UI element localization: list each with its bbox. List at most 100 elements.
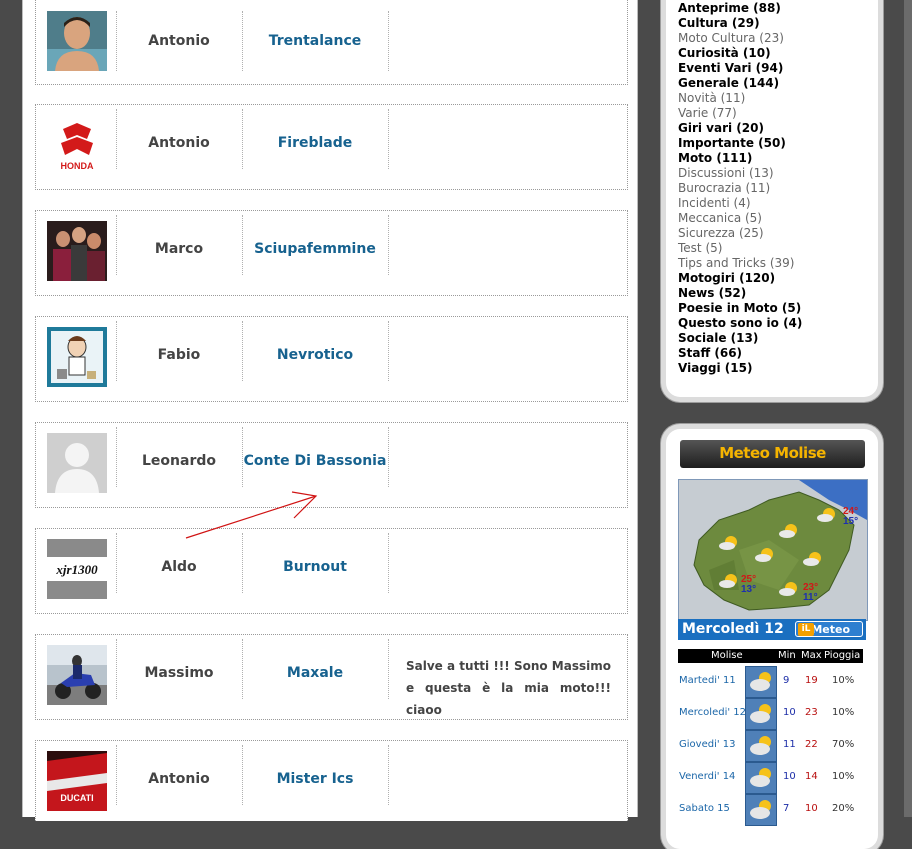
category-link[interactable]: Meccanica (5) — [678, 211, 762, 226]
category-link[interactable]: Staff (66) — [678, 346, 742, 361]
forecast-row: Giovedi' 13 11 22 70% — [678, 728, 868, 762]
member-nickname-link[interactable]: Maxale — [242, 665, 388, 681]
motorcycle-photo-icon[interactable] — [47, 645, 107, 705]
member-card: HONDA Antonio Fireblade — [35, 104, 628, 190]
ducati-photo-icon[interactable]: DUCATI — [47, 751, 107, 811]
forecast-rain: 10% — [832, 675, 855, 686]
category-link[interactable]: Curiosità (10) — [678, 46, 771, 61]
member-name: Fabio — [157, 347, 201, 363]
category-link[interactable]: Questo sono io (4) — [678, 316, 802, 331]
svg-text:xjr1300: xjr1300 — [55, 562, 98, 577]
weather-icon — [745, 730, 777, 762]
category-link[interactable]: Eventi Vari (94) — [678, 61, 783, 76]
forecast-row: Mercoledi' 12 10 23 10% — [678, 696, 868, 730]
category-link[interactable]: Poesie in Moto (5) — [678, 301, 801, 316]
member-nickname-link[interactable]: Burnout — [242, 559, 388, 575]
category-link[interactable]: Generale (144) — [678, 76, 779, 91]
member-name: Marco — [154, 241, 204, 257]
forecast-rain: 20% — [832, 803, 855, 814]
member-card: Fabio Nevrotico — [35, 316, 628, 402]
forecast-max: 19 — [805, 675, 818, 686]
category-link[interactable]: Moto (111) — [678, 151, 752, 166]
meteo-title: Meteo Molise — [680, 440, 865, 468]
category-link[interactable]: Burocrazia (11) — [678, 181, 770, 196]
forecast-row: Martedi' 11 9 19 10% — [678, 664, 868, 698]
svg-text:15°: 15° — [843, 516, 858, 527]
column-divider — [388, 109, 389, 169]
member-name: Leonardo — [142, 453, 216, 469]
forecast-max: 14 — [805, 771, 818, 782]
member-nickname-link[interactable]: Fireblade — [242, 135, 388, 151]
forecast-rain: 10% — [832, 771, 855, 782]
category-link[interactable]: Cultura (29) — [678, 16, 760, 31]
default-avatar-icon[interactable] — [47, 433, 107, 493]
member-name: Antonio — [148, 33, 210, 49]
forecast-day-link[interactable]: Venerdi' 14 — [679, 771, 735, 782]
forecast-rain: 70% — [832, 739, 855, 750]
category-link[interactable]: Tips and Tricks (39) — [678, 256, 794, 271]
member-nickname-link[interactable]: Sciupafemmine — [242, 241, 388, 257]
category-link[interactable]: Incidenti (4) — [678, 196, 751, 211]
column-divider — [388, 215, 389, 275]
category-link[interactable]: Novità (11) — [678, 91, 745, 106]
member-nickname-link[interactable]: Trentalance — [242, 33, 388, 49]
member-name: Antonio — [148, 771, 210, 787]
category-link[interactable]: Anteprime (88) — [678, 1, 781, 16]
header-region: Molise — [711, 650, 743, 661]
column-divider — [388, 639, 389, 699]
person-photo-icon[interactable] — [47, 11, 107, 71]
category-link[interactable]: Motogiri (120) — [678, 271, 775, 286]
meteo-date: Mercoledì 12 — [682, 621, 784, 637]
window-edge — [904, 0, 912, 817]
svg-text:DUCATI: DUCATI — [60, 793, 93, 803]
weather-icon — [745, 762, 777, 794]
column-divider — [388, 11, 389, 71]
forecast-day-link[interactable]: Sabato 15 — [679, 803, 730, 814]
category-link[interactable]: Sicurezza (25) — [678, 226, 764, 241]
category-link[interactable]: News (52) — [678, 286, 746, 301]
forecast-max: 10 — [805, 803, 818, 814]
header-rain: Pioggia — [824, 650, 861, 661]
category-link[interactable]: Viaggi (15) — [678, 361, 752, 376]
category-link[interactable]: Sociale (13) — [678, 331, 758, 346]
honda-logo-icon[interactable]: HONDA — [47, 115, 107, 175]
category-link[interactable]: Varie (77) — [678, 106, 737, 121]
category-link[interactable]: Moto Cultura (23) — [678, 31, 784, 46]
annotation-arrow — [185, 491, 318, 539]
category-link[interactable]: Giri vari (20) — [678, 121, 764, 136]
member-card: DUCATI Antonio Mister Ics — [35, 740, 628, 821]
group-photo-icon[interactable] — [47, 221, 107, 281]
forecast-row: Sabato 15 7 10 20% — [678, 792, 868, 826]
ilmeteo-logo[interactable]: iL Meteo — [795, 621, 863, 637]
meteo-map[interactable]: 24° 15° 25° 13° 23° 11° — [678, 479, 868, 621]
svg-text:HONDA: HONDA — [61, 161, 94, 171]
header-max: Max — [801, 650, 822, 661]
member-nickname-link[interactable]: Mister Ics — [242, 771, 388, 787]
forecast-min: 10 — [783, 771, 796, 782]
cartoon-avatar-icon[interactable] — [47, 327, 107, 387]
member-card: Marco Sciupafemmine — [35, 210, 628, 296]
weather-icon — [745, 698, 777, 730]
column-divider — [388, 533, 389, 593]
member-nickname-link[interactable]: Nevrotico — [242, 347, 388, 363]
forecast-min: 9 — [783, 675, 790, 686]
member-message: Salve a tutti !!! Sono Massimo e questa … — [406, 659, 611, 717]
forecast-day-link[interactable]: Mercoledi' 12 — [679, 707, 746, 718]
column-divider — [388, 427, 389, 487]
member-nickname-link[interactable]: Conte Di Bassonia — [242, 453, 388, 469]
forecast-row: Venerdi' 14 10 14 10% — [678, 760, 868, 794]
category-link[interactable]: Discussioni (13) — [678, 166, 774, 181]
meteo-date-bar: Mercoledì 12 iL Meteo — [678, 619, 866, 640]
forecast-rain: 10% — [832, 707, 855, 718]
forecast-min: 10 — [783, 707, 796, 718]
column-divider — [388, 745, 389, 805]
weather-icon — [745, 666, 777, 698]
category-link[interactable]: Importante (50) — [678, 136, 786, 151]
forecast-min: 7 — [783, 803, 790, 814]
xjr-logo-icon[interactable]: xjr1300 — [47, 539, 107, 599]
svg-text:11°: 11° — [803, 592, 818, 603]
forecast-day-link[interactable]: Giovedi' 13 — [679, 739, 736, 750]
category-link[interactable]: Test (5) — [678, 241, 722, 256]
header-min: Min — [778, 650, 796, 661]
forecast-day-link[interactable]: Martedi' 11 — [679, 675, 736, 686]
